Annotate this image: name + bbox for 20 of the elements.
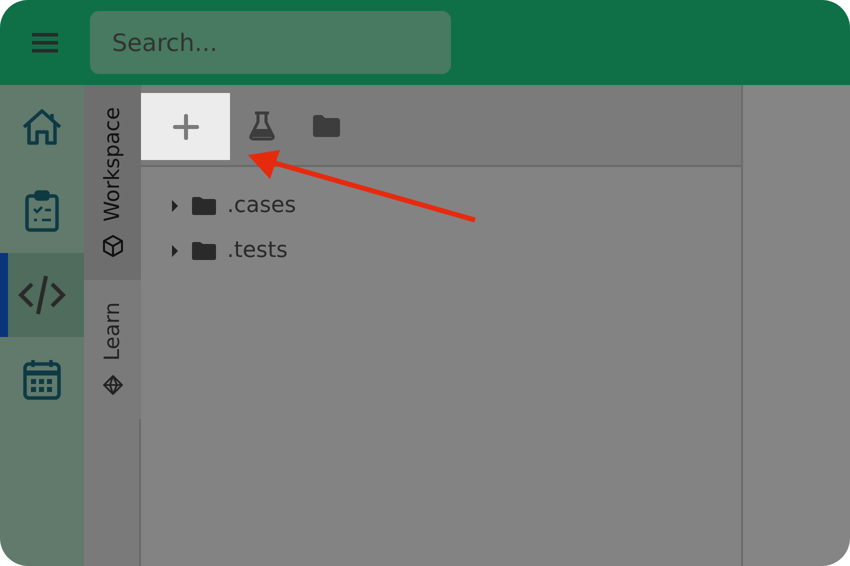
search-field[interactable]: Search... — [90, 11, 451, 74]
flask-icon — [249, 111, 275, 141]
cube-icon — [100, 234, 124, 258]
menu-icon — [32, 32, 58, 54]
toolbar-button[interactable] — [141, 93, 230, 160]
folder-icon — [311, 114, 341, 138]
home-icon — [22, 108, 62, 146]
nav-item[interactable] — [0, 253, 84, 337]
plus-icon — [172, 114, 198, 140]
caret-icon[interactable] — [169, 198, 181, 212]
gem-icon — [100, 372, 124, 396]
caret-icon[interactable] — [169, 244, 181, 258]
folder-icon — [191, 240, 217, 260]
tree-item[interactable]: .cases — [227, 189, 296, 222]
tree-item[interactable]: .tests — [227, 234, 288, 267]
calendar-icon — [23, 358, 61, 400]
code-icon — [18, 274, 66, 316]
side-tab[interactable]: Workspace — [84, 85, 141, 280]
clipboard-icon — [25, 190, 59, 232]
folder-icon — [191, 196, 217, 216]
